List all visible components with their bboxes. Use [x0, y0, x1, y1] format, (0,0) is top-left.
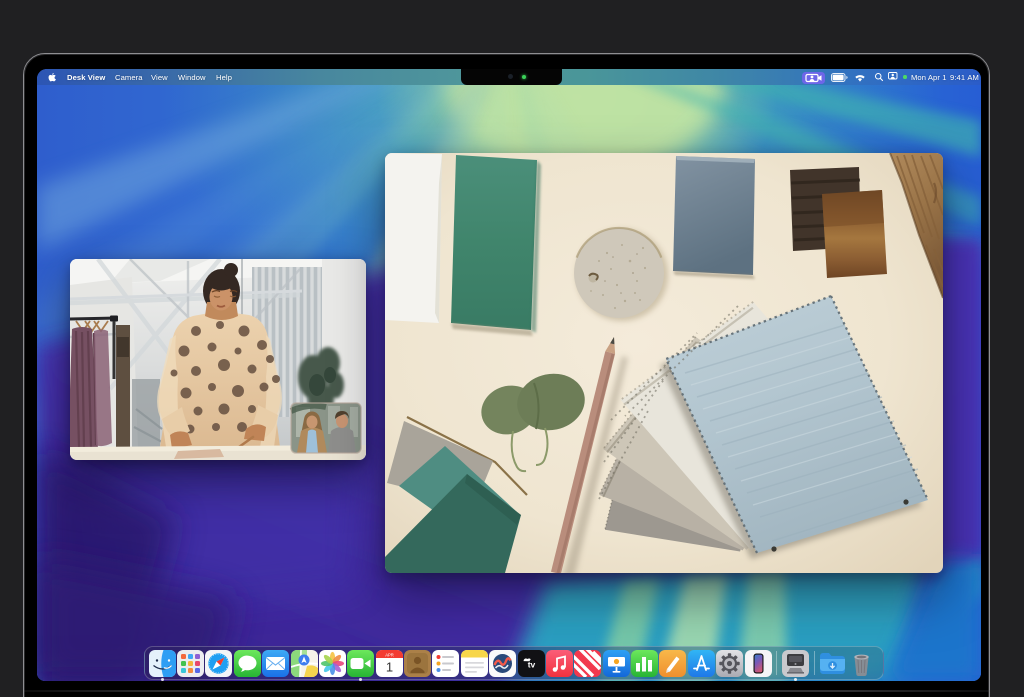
svg-text:1: 1: [386, 659, 393, 674]
svg-text:APR: APR: [385, 652, 394, 657]
